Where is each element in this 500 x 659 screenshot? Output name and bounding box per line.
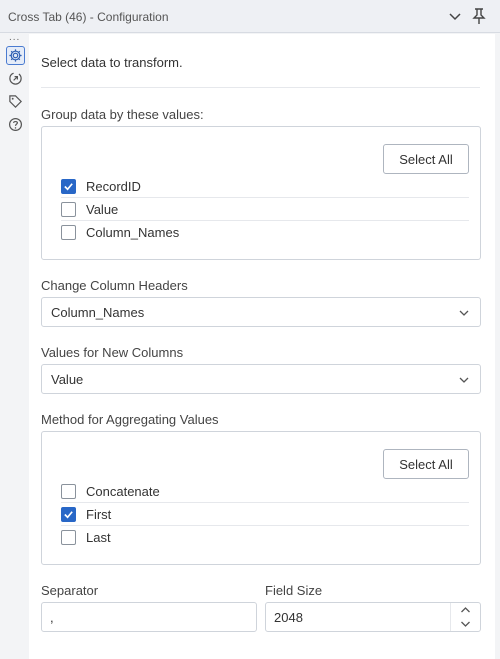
chevron-up-icon xyxy=(461,607,470,613)
checkbox[interactable] xyxy=(61,530,76,545)
more-options-icon[interactable]: ... xyxy=(9,32,20,43)
group-by-list: Select All RecordID Value Column_Names xyxy=(41,126,481,260)
title-bar: Cross Tab (46) - Configuration xyxy=(0,0,500,33)
group-item-column-names[interactable]: Column_Names xyxy=(61,221,469,244)
help-icon[interactable] xyxy=(6,115,25,134)
chevron-down-icon xyxy=(459,310,469,316)
column-headers-value: Column_Names xyxy=(51,304,145,320)
checkbox[interactable] xyxy=(61,178,76,194)
divider xyxy=(41,87,480,88)
aggregate-select-all-button[interactable]: Select All xyxy=(383,449,469,479)
checkbox[interactable] xyxy=(61,483,76,499)
gear-icon[interactable] xyxy=(6,46,25,65)
separator-label: Separator xyxy=(41,583,99,598)
column-headers-select[interactable]: Column_Names xyxy=(41,297,481,327)
aggregate-list: Select All Concatenate First Last xyxy=(41,431,481,565)
group-select-all-button[interactable]: Select All xyxy=(383,144,469,174)
new-columns-value: Value xyxy=(51,371,84,387)
new-columns-label: Values for New Columns xyxy=(41,345,184,360)
column-headers-label: Change Column Headers xyxy=(41,278,188,293)
group-item-recordid[interactable]: RecordID xyxy=(61,175,469,198)
aggregate-item-label: Concatenate xyxy=(86,483,160,499)
side-rail: ... xyxy=(0,32,29,659)
separator-input[interactable]: , xyxy=(41,602,257,632)
new-columns-select[interactable]: Value xyxy=(41,364,481,394)
chevron-down-icon xyxy=(461,621,470,627)
intro-text: Select data to transform. xyxy=(41,55,183,70)
checkbox[interactable] xyxy=(61,201,76,217)
aggregate-label: Method for Aggregating Values xyxy=(41,412,219,427)
separator-value: , xyxy=(50,609,54,625)
window-title: Cross Tab (46) - Configuration xyxy=(8,10,169,24)
aggregate-item-first[interactable]: First xyxy=(61,503,469,526)
group-by-label: Group data by these values: xyxy=(41,107,204,122)
group-item-value[interactable]: Value xyxy=(61,198,469,221)
checkbox[interactable] xyxy=(61,506,76,522)
group-item-label: RecordID xyxy=(86,178,141,194)
field-size-label: Field Size xyxy=(265,583,323,598)
connection-icon[interactable] xyxy=(6,69,25,88)
stepper-controls xyxy=(450,603,480,631)
aggregate-item-last[interactable]: Last xyxy=(61,526,469,549)
increment-button[interactable] xyxy=(451,603,480,617)
checkbox[interactable] xyxy=(61,225,76,240)
field-size-value: 2048 xyxy=(274,609,303,625)
tag-icon[interactable] xyxy=(6,92,25,111)
configuration-panel: Select data to transform. Group data by … xyxy=(29,34,495,659)
decrement-button[interactable] xyxy=(451,617,480,631)
aggregate-item-label: Last xyxy=(86,530,111,545)
pin-icon[interactable] xyxy=(470,7,488,25)
chevron-down-icon xyxy=(459,377,469,383)
aggregate-item-label: First xyxy=(86,506,112,522)
field-size-stepper[interactable]: 2048 xyxy=(265,602,481,632)
group-item-label: Column_Names xyxy=(86,225,180,240)
group-item-label: Value xyxy=(86,201,119,217)
chevron-down-icon[interactable] xyxy=(447,8,463,24)
aggregate-item-concatenate[interactable]: Concatenate xyxy=(61,480,469,503)
